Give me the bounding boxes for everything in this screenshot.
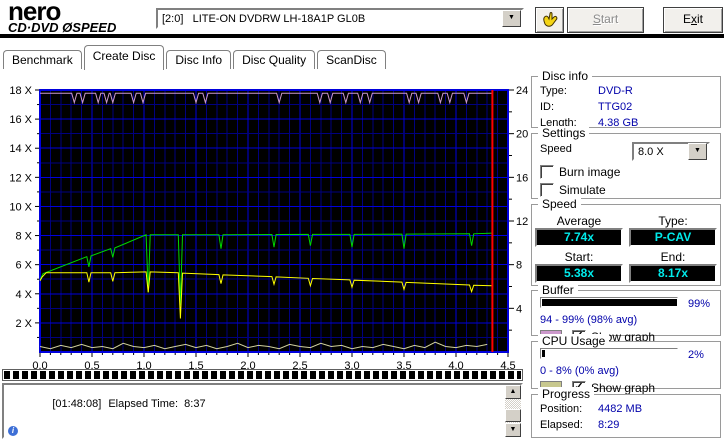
buffer-group: Buffer 99% 94 - 99% (98% avg) ✓ Show gra…: [531, 283, 721, 345]
write-speed-value: 8.0 X: [638, 145, 664, 158]
hand-icon: [542, 11, 557, 27]
average-label: Average: [556, 214, 602, 228]
cpu-range: 0 - 8% (0% avg): [540, 365, 619, 377]
svg-text:16: 16: [516, 172, 528, 184]
average-speed-display: 7.74x: [535, 228, 623, 247]
svg-text:12: 12: [516, 216, 528, 228]
logo-text-cdspeed: CD·DVD ØSPEED: [8, 20, 117, 35]
svg-text:6 X: 6 X: [15, 260, 32, 272]
tab-disc-info[interactable]: Disc Info: [166, 50, 232, 69]
tab-create-disc[interactable]: Create Disc: [83, 45, 165, 70]
tab-benchmark[interactable]: Benchmark: [3, 50, 82, 69]
cpu-bar-fill: [542, 350, 545, 357]
drive-selector-combobox[interactable]: [2:0] LITE-ON DVDRW LH-18A1P GL0B ▼: [156, 8, 524, 29]
options-button[interactable]: [535, 7, 564, 33]
scrollbar-thumb[interactable]: [505, 409, 521, 422]
settings-group: Settings Speed 8.0 X ▼ Burn image Simula…: [531, 126, 721, 199]
chart-canvas: 18 X 16 X 14 X 12 X 10 X 8 X 6 X 4 X 2 X 24 20 16 12…: [9, 85, 528, 372]
svg-text:24: 24: [516, 85, 528, 97]
disc-id-row: ID: TTG02: [540, 101, 633, 113]
group-title: Progress: [538, 387, 595, 401]
svg-text:4 X: 4 X: [15, 289, 32, 301]
write-speed-chart: 18 X 16 X 14 X 12 X 10 X 8 X 6 X 4 X 2 X 24 20 16 12…: [4, 76, 534, 372]
burn-progress-bar: [2, 369, 523, 381]
exit-button[interactable]: Exit: [663, 7, 723, 33]
svg-text:16 X: 16 X: [9, 114, 32, 126]
start-button[interactable]: Start: [567, 7, 644, 33]
speed-label: Speed: [540, 143, 572, 155]
svg-text:12 X: 12 X: [9, 172, 32, 184]
end-label: End:: [660, 250, 686, 264]
buffer-meter: [540, 297, 678, 308]
start-label: Start:: [564, 250, 594, 264]
group-title: CPU Usage: [538, 334, 610, 348]
cpu-bar-row: 2%: [540, 348, 720, 362]
end-speed-display: 8.17x: [629, 264, 717, 283]
elapsed-row: Elapsed: 8:29: [540, 419, 620, 431]
buffer-bar-fill: [542, 299, 677, 306]
svg-text:10 X: 10 X: [9, 201, 32, 213]
log-line: i [01:53:55]Creating Data Disc: [4, 424, 521, 441]
svg-text:8 X: 8 X: [15, 231, 32, 243]
write-speed-select[interactable]: 8.0 X ▼: [632, 142, 710, 161]
scroll-up-icon[interactable]: ▲: [505, 385, 521, 399]
svg-text:14 X: 14 X: [9, 143, 32, 155]
cpu-percent: 2%: [688, 349, 704, 361]
buffer-bar-row: 99%: [540, 297, 720, 311]
svg-text:20: 20: [516, 129, 528, 141]
svg-text:4: 4: [516, 303, 522, 315]
write-type-display: P-CAV: [629, 228, 717, 247]
chevron-down-icon[interactable]: ▼: [502, 10, 521, 27]
cpu-meter: [540, 348, 678, 359]
simulate-row: Simulate: [540, 183, 720, 197]
info-icon: i: [8, 426, 18, 436]
log-line: [01:48:08] Elapsed Time: 8:37: [52, 398, 206, 410]
log-scrollbar[interactable]: ▲ ▼: [505, 385, 521, 437]
simulate-checkbox[interactable]: [540, 183, 554, 197]
tab-scandisc[interactable]: ScanDisc: [317, 50, 386, 69]
buffer-range: 94 - 99% (98% avg): [540, 314, 638, 326]
disc-info-group: Disc info Type: DVD-R ID: TTG02 Length: …: [531, 69, 721, 129]
toolbar: nero CD·DVD ØSPEED [2:0] LITE-ON DVDRW L…: [0, 0, 724, 38]
cpu-usage-group: CPU Usage 2% 0 - 8% (0% avg) ✓ Show grap…: [531, 334, 721, 396]
nero-cd-dvd-speed-window: nero CD·DVD ØSPEED [2:0] LITE-ON DVDRW L…: [0, 0, 724, 441]
buffer-percent: 99%: [688, 298, 711, 310]
group-title: Buffer: [538, 283, 578, 297]
speed-results-group: Speed Average 7.74x Type: P-CAV Start: 5…: [531, 197, 721, 286]
group-title: Settings: [538, 126, 590, 140]
start-speed-display: 5.38x: [535, 264, 623, 283]
svg-text:2 X: 2 X: [15, 318, 32, 330]
event-log: [01:48:08]Elapsed Time: 8:37 i [01:53:55…: [2, 383, 523, 439]
tab-disc-quality[interactable]: Disc Quality: [233, 50, 316, 69]
type-label: Type:: [658, 214, 688, 228]
drive-selector-value: [2:0] LITE-ON DVDRW LH-18A1P GL0B: [162, 12, 366, 25]
group-title: Disc info: [538, 69, 593, 83]
progress-group: Progress Position: 4482 MB Elapsed: 8:29: [531, 387, 721, 438]
burn-image-checkbox[interactable]: [540, 165, 554, 179]
nero-logo: nero CD·DVD ØSPEED: [8, 0, 148, 34]
tab-strip: Benchmark Create Disc Disc Info Disc Qua…: [3, 45, 388, 70]
group-title: Speed: [538, 197, 581, 211]
disc-type-row: Type: DVD-R: [540, 85, 633, 97]
svg-text:8: 8: [516, 260, 522, 272]
logo-text-nero: nero: [8, 0, 61, 26]
burn-image-row: Burn image: [540, 165, 720, 179]
position-row: Position: 4482 MB: [540, 403, 643, 415]
svg-text:18 X: 18 X: [9, 85, 32, 97]
chevron-down-icon[interactable]: ▼: [688, 143, 707, 160]
scroll-down-icon[interactable]: ▼: [505, 423, 521, 437]
burn-progress-fill: [4, 371, 521, 379]
